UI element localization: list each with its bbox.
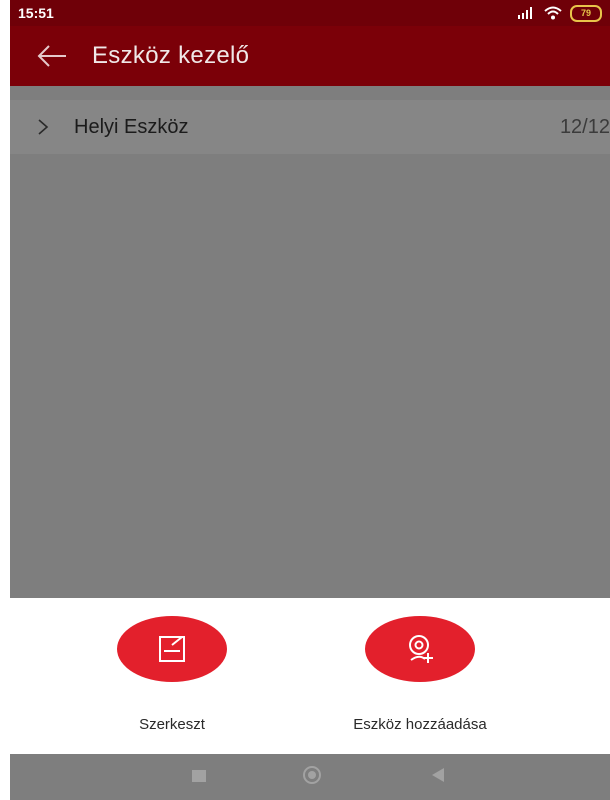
home-icon[interactable] xyxy=(303,766,321,784)
status-indicators: 79 xyxy=(516,4,602,22)
edit-label: Szerkeszt xyxy=(139,716,205,733)
add-device-label: Eszköz hozzáadása xyxy=(353,716,487,733)
chevron-right-icon xyxy=(38,119,49,135)
app-bar: Eszköz kezelő xyxy=(10,26,610,86)
phone-screen: 15:51 79 Eszköz kezelő Helyi Eszköz 12/1… xyxy=(10,0,610,800)
add-device-icon xyxy=(409,635,433,663)
device-group-row[interactable]: Helyi Eszköz 12/12 xyxy=(10,100,610,154)
add-device-button[interactable] xyxy=(365,616,475,682)
battery-icon: 79 xyxy=(570,4,602,22)
arrow-left-icon xyxy=(37,45,66,67)
edit-icon xyxy=(159,636,185,662)
status-time: 15:51 xyxy=(18,5,54,21)
system-nav-bar xyxy=(10,754,610,800)
action-sheet: Szerkeszt Eszköz hozzáadása xyxy=(10,598,610,750)
device-group-count: 12/12 xyxy=(559,115,610,138)
page-title: Eszköz kezelő xyxy=(92,42,250,69)
add-device-action: Eszköz hozzáadása xyxy=(320,616,520,733)
nav-back-icon[interactable] xyxy=(432,768,444,782)
edit-button[interactable] xyxy=(117,616,227,682)
status-bar: 15:51 79 xyxy=(10,0,610,26)
wifi-icon xyxy=(544,6,562,20)
edit-action: Szerkeszt xyxy=(72,616,272,733)
device-list: Helyi Eszköz 12/12 xyxy=(10,86,610,598)
back-button[interactable] xyxy=(30,34,74,78)
device-group-name: Helyi Eszköz xyxy=(74,115,189,138)
signal-icon xyxy=(518,7,532,19)
recents-icon[interactable] xyxy=(192,770,206,782)
